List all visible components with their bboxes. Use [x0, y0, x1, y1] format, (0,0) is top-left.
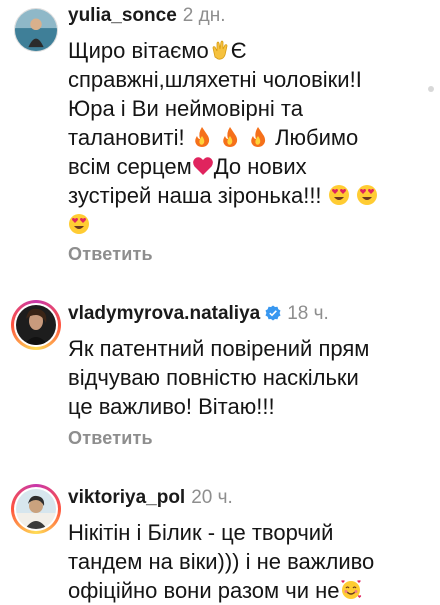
text-line: тандем на віки))) і не важливо: [68, 549, 375, 574]
comment-item: vladymyrova.nataliya 18 ч. Як патентний п…: [0, 298, 440, 458]
timestamp: 20 ч.: [191, 487, 233, 508]
comment-text: Нікітін і Білик - це творчий тандем на в…: [68, 518, 398, 605]
reply-button[interactable]: Ответить: [68, 428, 153, 449]
avatar[interactable]: [11, 484, 61, 534]
heart-eyes-icon: [68, 213, 90, 235]
comment-text: Щиро вітаємо Є справжні,шляхетні чоловіки…: [68, 36, 398, 239]
red-heart-icon: [192, 155, 214, 177]
timestamp: 2 дн.: [182, 5, 226, 26]
heart-eyes-icon: [328, 184, 350, 206]
text-line: Нікітін і Білик - це творчий: [68, 520, 334, 545]
clapping-hands-icon: [209, 39, 231, 61]
smiling-face-with-hearts-icon: [340, 579, 362, 601]
text-line: відчуваю повністю наскільки: [68, 365, 359, 390]
text-line: талановиті! Любимо: [68, 125, 359, 150]
comment-header: viktoriya_pol 20 ч.: [68, 486, 233, 510]
username[interactable]: viktoriya_pol: [68, 487, 185, 508]
text-line: це важливо! Вітаю!!!: [68, 394, 275, 419]
avatar[interactable]: [14, 8, 58, 52]
text-line: справжні,шляхетні чоловіки!І: [68, 67, 362, 92]
username[interactable]: vladymyrova.nataliya: [68, 303, 260, 324]
text-line: [68, 210, 398, 239]
comment-item: viktoriya_pol 20 ч. Нікітін і Білик - це …: [0, 482, 440, 603]
verified-badge-icon: [265, 304, 281, 321]
text-line: всім серцем До нових: [68, 154, 307, 179]
fire-icon: [247, 126, 269, 148]
timestamp: 18 ч.: [287, 303, 329, 324]
heart-eyes-icon: [356, 184, 378, 206]
text-line: офіційно вони разом чи не: [68, 576, 398, 605]
text-line: Щиро вітаємо Є: [68, 38, 247, 63]
reply-button[interactable]: Ответить: [68, 244, 153, 265]
text-line: зустірей наша зіронька!!!: [68, 181, 398, 210]
text-line: Як патентний повірений прям: [68, 336, 370, 361]
avatar[interactable]: [11, 300, 61, 350]
comment-item: yulia_sonce 2 дн. Щиро вітаємо Є справжні,…: [0, 4, 440, 274]
username[interactable]: yulia_sonce: [68, 5, 177, 26]
comment-text: Як патентний повірений прям відчуваю пов…: [68, 334, 398, 421]
comment-header: yulia_sonce 2 дн.: [68, 4, 226, 28]
fire-icon: [191, 126, 213, 148]
text-line: Юра і Ви неймовірні та: [68, 96, 303, 121]
fire-icon: [219, 126, 241, 148]
comment-header: vladymyrova.nataliya 18 ч.: [68, 302, 329, 326]
